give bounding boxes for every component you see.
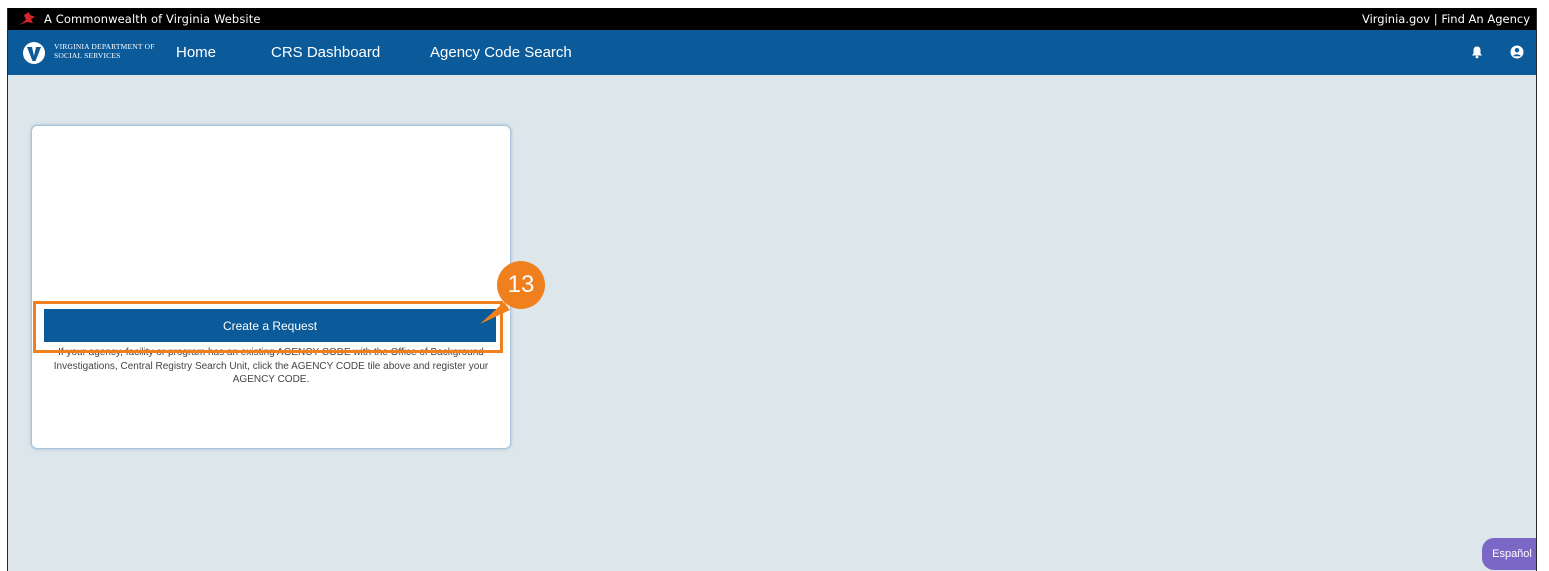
agency-code-description: If your agency, facility or program has …	[53, 347, 489, 385]
nav-agency-code-search[interactable]: Agency Code Search	[430, 44, 572, 61]
espanol-language-button[interactable]: Español	[1482, 538, 1536, 570]
create-request-button[interactable]: Create a Request	[44, 309, 496, 342]
logo-text: VIRGINIA DEPARTMENT OF SOCIAL SERVICES	[54, 42, 155, 60]
nav-crs-dashboard[interactable]: CRS Dashboard	[271, 44, 380, 61]
logo-line-2: SOCIAL SERVICES	[54, 50, 121, 60]
gov-site-label: A Commonwealth of Virginia Website	[44, 12, 261, 26]
vdss-logo[interactable]: VIRGINIA DEPARTMENT OF SOCIAL SERVICES	[22, 41, 154, 65]
main-navbar: VIRGINIA DEPARTMENT OF SOCIAL SERVICES H…	[8, 30, 1536, 75]
bell-icon[interactable]	[1470, 45, 1484, 59]
find-agency-link[interactable]: Find An Agency	[1441, 12, 1530, 26]
request-card: Create a Request If your agency, facilit…	[31, 125, 511, 449]
vdss-logo-icon	[23, 42, 45, 64]
virginia-gov-link[interactable]: Virginia.gov	[1362, 12, 1430, 26]
nav-home[interactable]: Home	[176, 44, 216, 61]
link-separator: |	[1433, 12, 1438, 26]
browser-viewport: A Commonwealth of Virginia Website Virgi…	[7, 8, 1537, 571]
cardinal-icon	[19, 12, 35, 25]
step-number-badge: 13	[497, 261, 545, 309]
user-icon[interactable]	[1510, 45, 1524, 59]
gov-links: Virginia.gov | Find An Agency	[1362, 12, 1530, 26]
gov-banner: A Commonwealth of Virginia Website Virgi…	[8, 8, 1536, 30]
